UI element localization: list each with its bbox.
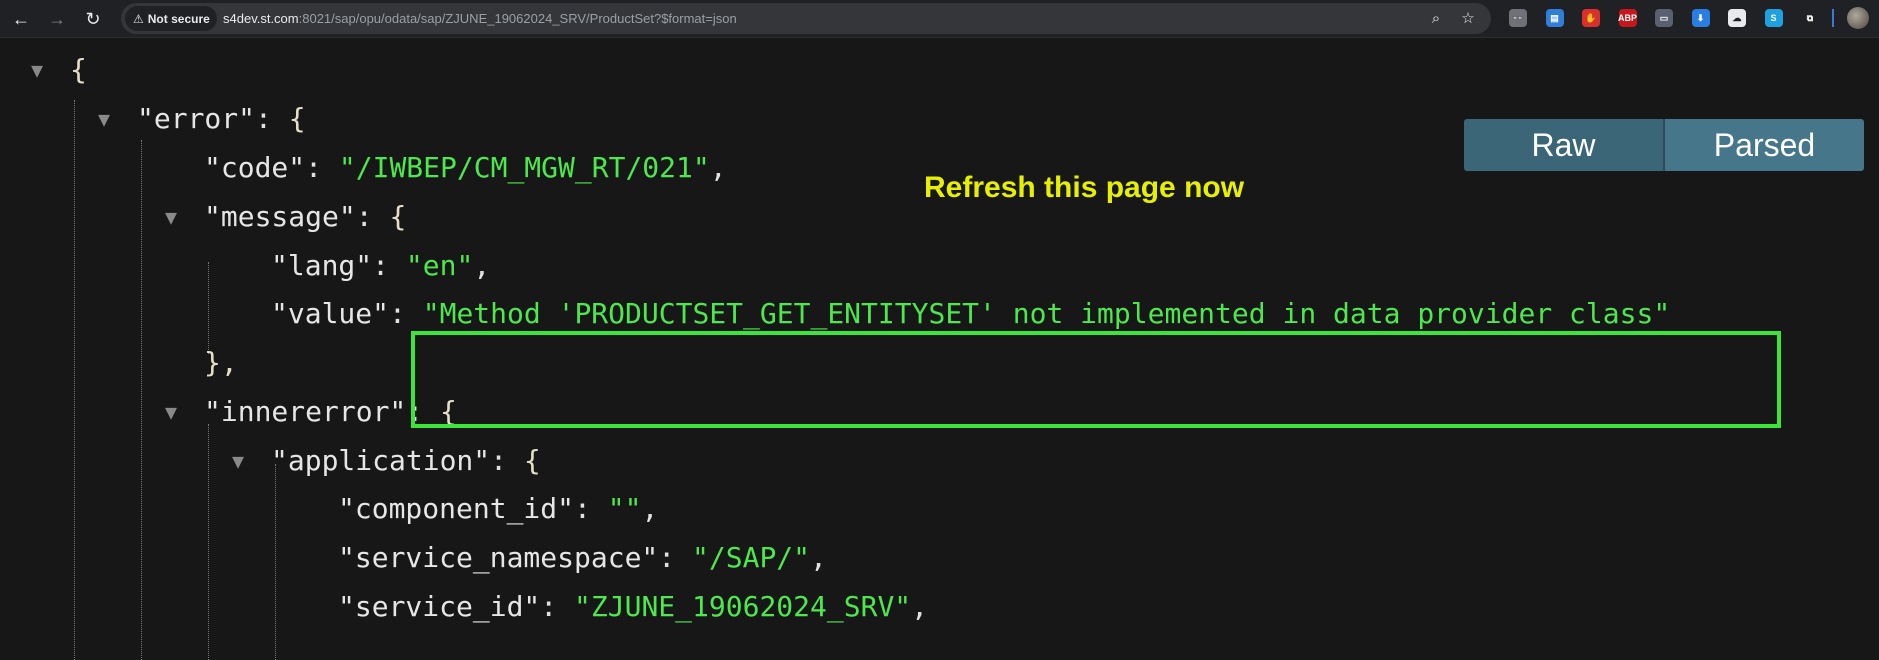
glasses-extension-icon[interactable]: 👓 [1509, 9, 1527, 27]
collapse-toggle-icon[interactable]: ▼ [165, 197, 177, 237]
json-string: "/IWBEP/CM_MGW_RT/021" [338, 151, 710, 184]
address-bar[interactable]: ⚠ Not secure s4dev.st.com:8021/sap/opu/o… [121, 3, 1491, 34]
json-string: "ZJUNE_19062024_SRV" [574, 590, 912, 623]
json-line: "service_id": "ZJUNE_19062024_SRV", [338, 590, 929, 623]
indent-guide [275, 464, 276, 660]
json-key: "service_id" [338, 590, 541, 623]
json-viewer: ▼ { ▼ "error": { "code": "/IWBEP/CM_MGW_… [0, 38, 1879, 660]
browser-toolbar: ← → ↻ ⚠ Not secure s4dev.st.com:8021/sap… [0, 0, 1879, 38]
indent-guide [74, 100, 75, 660]
security-label: Not secure [147, 11, 210, 26]
json-line: "value": "Method 'PRODUCTSET_GET_ENTITYS… [271, 297, 1671, 330]
card-extension-icon[interactable]: ▭ [1655, 9, 1673, 27]
back-arrow-icon[interactable]: ← [8, 6, 34, 32]
collapse-toggle-icon[interactable]: ▼ [31, 50, 43, 90]
close-brace: }, [204, 346, 238, 379]
json-key: "component_id" [338, 492, 575, 525]
json-key: "application" [271, 444, 491, 477]
collapse-toggle-icon[interactable]: ▼ [98, 99, 110, 139]
warning-icon: ⚠ [133, 11, 144, 26]
json-key: "service_namespace" [338, 541, 659, 574]
json-string: "" [607, 492, 642, 525]
indent-guide [208, 424, 209, 660]
abp-extension-icon[interactable]: ABP [1618, 9, 1637, 27]
security-chip[interactable]: ⚠ Not secure [125, 6, 217, 31]
forward-arrow-icon[interactable]: → [44, 6, 70, 32]
indent-guide [141, 140, 142, 660]
json-line: "error": { [137, 102, 306, 135]
json-line: "lang": "en", [271, 249, 491, 282]
json-key: "lang" [271, 249, 373, 282]
error-message-value: "Method 'PRODUCTSET_GET_ENTITYSET' not i… [422, 297, 1671, 330]
json-key: "value" [271, 297, 390, 330]
json-line: "service_namespace": "/SAP/", [338, 541, 827, 574]
json-key: "error" [137, 102, 256, 135]
json-line: "message": { [204, 200, 407, 233]
json-key: "message" [204, 200, 356, 233]
collapse-toggle-icon[interactable]: ▼ [232, 441, 244, 481]
toolbar-divider [1832, 9, 1834, 27]
s-extension-icon[interactable]: S [1764, 9, 1783, 27]
bookmark-star-icon[interactable]: ☆ [1458, 8, 1478, 28]
document-extension-icon[interactable]: ▤ [1545, 9, 1564, 27]
json-line: "component_id": "", [338, 492, 659, 525]
open-brace: { [70, 53, 87, 86]
json-line: "code": "/IWBEP/CM_MGW_RT/021", [204, 151, 727, 184]
json-string: "en" [405, 249, 474, 282]
json-line: }, [204, 343, 238, 383]
parsed-button[interactable]: Parsed [1663, 119, 1864, 171]
puzzle-extensions-icon[interactable]: ⧉ [1801, 9, 1819, 27]
stop-hand-extension-icon[interactable]: ✋ [1582, 9, 1600, 27]
cloud-extension-icon[interactable]: ☁ [1728, 9, 1746, 27]
url-path: :8021/sap/opu/odata/sap/ZJUNE_19062024_S… [298, 11, 737, 26]
profile-avatar[interactable] [1847, 7, 1869, 29]
indent-guide [208, 262, 209, 354]
error-highlight-box [411, 331, 1781, 428]
refresh-annotation: Refresh this page now [924, 171, 1245, 204]
json-line: { [70, 50, 87, 90]
json-key: "code" [204, 151, 306, 184]
view-mode-toggle: Raw Parsed [1464, 119, 1864, 171]
zoom-icon[interactable]: ⌕ [1426, 8, 1446, 28]
reload-icon[interactable]: ↻ [80, 6, 106, 32]
download-extension-icon[interactable]: ⬇ [1691, 9, 1710, 27]
url-host: s4dev.st.com [223, 11, 299, 26]
json-string: "/SAP/" [692, 541, 811, 574]
url-text[interactable]: s4dev.st.com:8021/sap/opu/odata/sap/ZJUN… [223, 11, 737, 26]
json-key: "innererror" [204, 395, 407, 428]
json-line: "application": { [271, 444, 541, 477]
raw-button[interactable]: Raw [1464, 119, 1663, 171]
collapse-toggle-icon[interactable]: ▼ [165, 392, 177, 432]
